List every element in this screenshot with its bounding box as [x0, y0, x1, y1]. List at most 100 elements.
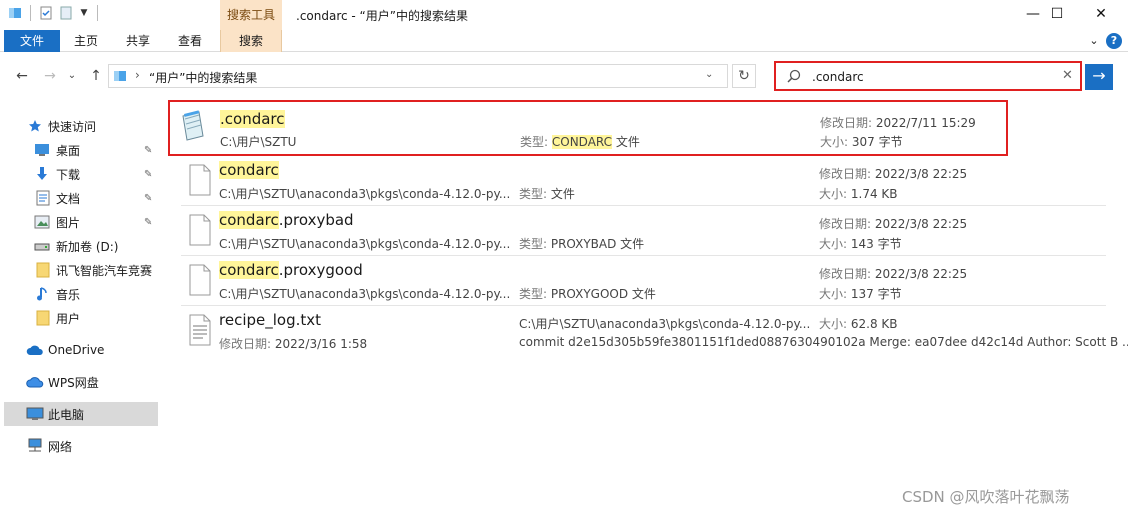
- blank-file-icon: [189, 164, 211, 196]
- title-bar: ▼ 搜索工具 .condarc - “用户”中的搜索结果 — ☐ ✕: [0, 0, 1128, 30]
- desktop-icon: [34, 143, 50, 159]
- maximize-button[interactable]: ☐: [1034, 0, 1080, 30]
- file-row[interactable]: condarc.proxybad C:\用户\SZTU\anaconda3\pk…: [181, 208, 1106, 256]
- pin-icon[interactable]: ✎: [144, 145, 152, 156]
- search-go-button[interactable]: →: [1085, 64, 1113, 90]
- sidebar-item-pictures[interactable]: 图片 ✎: [0, 210, 160, 234]
- up-button[interactable]: ↑: [86, 66, 106, 86]
- refresh-button[interactable]: ↻: [732, 64, 756, 88]
- file-path: C:\用户\SZTU\anaconda3\pkgs\conda-4.12.0-p…: [219, 287, 511, 301]
- drive-icon: [34, 241, 50, 257]
- sidebar-item-documents[interactable]: 文档 ✎: [0, 186, 160, 210]
- sidebar-item-label: 此电脑: [48, 407, 85, 422]
- file-type: 类型: PROXYGOOD 文件: [519, 287, 656, 301]
- folder-icon: [36, 262, 52, 278]
- pin-icon[interactable]: ✎: [144, 193, 152, 204]
- properties-icon[interactable]: [39, 6, 53, 20]
- documents-icon: [36, 190, 52, 206]
- sidebar-item-label: 下载: [56, 167, 81, 182]
- file-name: .condarc: [220, 110, 285, 128]
- blank-file-icon: [189, 264, 211, 296]
- sidebar-item-quick-access[interactable]: 快速访问: [0, 114, 160, 138]
- file-type: 类型: 文件: [519, 187, 575, 201]
- pin-icon[interactable]: ✎: [144, 217, 152, 228]
- sidebar-item-music[interactable]: 音乐: [0, 282, 160, 306]
- sidebar-item-label: 用户: [56, 311, 81, 326]
- file-row[interactable]: condarc.proxygood C:\用户\SZTU\anaconda3\p…: [181, 258, 1106, 306]
- sidebar-item-iflytek-folder[interactable]: 讯飞智能汽车竞赛: [0, 258, 160, 282]
- watermark: CSDN @风吹落叶花飘荡: [902, 488, 1070, 506]
- wps-cloud-icon: [26, 376, 44, 392]
- file-path: C:\用户\SZTU: [220, 135, 297, 149]
- navigation-bar: ← → ⌄ ↑ › “用户”中的搜索结果 ⌄ ↻ ✕ →: [0, 58, 1128, 94]
- file-path: C:\用户\SZTU\anaconda3\pkgs\conda-4.12.0-p…: [219, 237, 511, 251]
- tab-search[interactable]: 搜索: [220, 30, 282, 52]
- breadcrumb[interactable]: “用户”中的搜索结果: [149, 69, 257, 86]
- sidebar-item-label: OneDrive: [48, 343, 105, 357]
- file-size: 大小: 137 字节: [819, 287, 902, 301]
- search-icon: [787, 69, 801, 83]
- blank-file-icon: [189, 214, 211, 246]
- window-title: .condarc - “用户”中的搜索结果: [296, 9, 468, 23]
- file-modified-date: 修改日期: 2022/3/8 22:25: [819, 267, 968, 281]
- search-input[interactable]: [812, 70, 1042, 84]
- sidebar-item-onedrive[interactable]: OneDrive: [0, 338, 160, 362]
- toolbar-separator: [30, 5, 31, 21]
- music-icon: [36, 286, 52, 302]
- file-name: recipe_log.txt: [219, 311, 322, 329]
- file-type: 类型: CONDARC 文件: [520, 135, 640, 149]
- file-size: 大小: 1.74 KB: [819, 187, 898, 201]
- tab-view[interactable]: 查看: [170, 30, 210, 52]
- sidebar-item-label: 网络: [48, 439, 73, 454]
- file-list: .condarc C:\用户\SZTU 类型: CONDARC 文件 修改日期:…: [165, 100, 1128, 360]
- recent-locations-button[interactable]: ⌄: [62, 66, 82, 86]
- network-icon: [26, 438, 42, 454]
- file-size: 大小: 62.8 KB: [819, 317, 898, 331]
- sidebar-item-label: 音乐: [56, 287, 81, 302]
- breadcrumb-chevron-icon[interactable]: ›: [135, 68, 140, 82]
- sidebar-item-drive-d[interactable]: 新加卷 (D:): [0, 234, 160, 258]
- file-type: 类型: PROXYBAD 文件: [519, 237, 645, 251]
- pictures-icon: [34, 215, 50, 231]
- file-modified-date: 修改日期: 2022/3/8 22:25: [819, 167, 968, 181]
- back-button[interactable]: ←: [12, 66, 32, 86]
- sidebar-item-downloads[interactable]: 下载 ✎: [0, 162, 160, 186]
- notepad-file-icon: [182, 110, 204, 141]
- file-row[interactable]: .condarc C:\用户\SZTU 类型: CONDARC 文件 修改日期:…: [168, 100, 1008, 156]
- customize-toolbar-icon[interactable]: ▼: [79, 8, 89, 18]
- sidebar-item-users[interactable]: 用户: [0, 306, 160, 330]
- close-button[interactable]: ✕: [1078, 0, 1124, 30]
- sidebar-item-label: 讯飞智能汽车竞赛: [56, 263, 153, 278]
- pin-icon[interactable]: ✎: [144, 169, 152, 180]
- sidebar-item-wps-cloud[interactable]: WPS网盘: [0, 370, 160, 394]
- text-file-icon: [189, 314, 211, 346]
- file-path: C:\用户\SZTU\anaconda3\pkgs\conda-4.12.0-p…: [519, 317, 811, 331]
- help-icon[interactable]: ?: [1106, 33, 1122, 49]
- tab-file[interactable]: 文件: [4, 30, 60, 52]
- file-row[interactable]: condarc C:\用户\SZTU\anaconda3\pkgs\conda-…: [181, 158, 1106, 206]
- file-content-preview: commit d2e15d305b59fe3801151f1ded0887630…: [519, 335, 1128, 349]
- navigation-pane: 快速访问 桌面 ✎ 下载 ✎ 文档 ✎ 图片 ✎ 新加卷 (D:) 讯飞智能汽车…: [0, 104, 165, 514]
- new-folder-icon[interactable]: [59, 6, 73, 20]
- tab-share[interactable]: 共享: [118, 30, 158, 52]
- forward-button[interactable]: →: [40, 66, 60, 86]
- clear-search-icon[interactable]: ✕: [1062, 68, 1073, 83]
- sidebar-item-label: 图片: [56, 215, 81, 230]
- file-row[interactable]: recipe_log.txt 修改日期: 2022/3/16 1:58 C:\用…: [181, 308, 1128, 356]
- explorer-window: ▼ 搜索工具 .condarc - “用户”中的搜索结果 — ☐ ✕ 文件 主页…: [0, 0, 1128, 514]
- sidebar-item-this-pc[interactable]: 此电脑: [4, 402, 158, 426]
- tab-home[interactable]: 主页: [66, 30, 106, 52]
- sidebar-item-network[interactable]: 网络: [0, 434, 160, 458]
- cloud-icon: [26, 344, 43, 360]
- ribbon-tabs: 文件 主页 共享 查看 搜索 ⌄ ?: [0, 30, 1128, 52]
- address-bar[interactable]: › “用户”中的搜索结果 ⌄: [108, 64, 728, 88]
- file-name: condarc: [219, 161, 279, 179]
- collapse-ribbon-icon[interactable]: ⌄: [1086, 33, 1102, 49]
- search-box[interactable]: ✕: [774, 61, 1082, 91]
- address-dropdown-icon[interactable]: ⌄: [705, 69, 713, 80]
- sidebar-item-label: 文档: [56, 191, 81, 206]
- sidebar-item-label: 新加卷 (D:): [56, 239, 119, 254]
- file-name: condarc.proxygood: [219, 261, 363, 279]
- star-icon: [28, 119, 42, 133]
- sidebar-item-desktop[interactable]: 桌面 ✎: [0, 138, 160, 162]
